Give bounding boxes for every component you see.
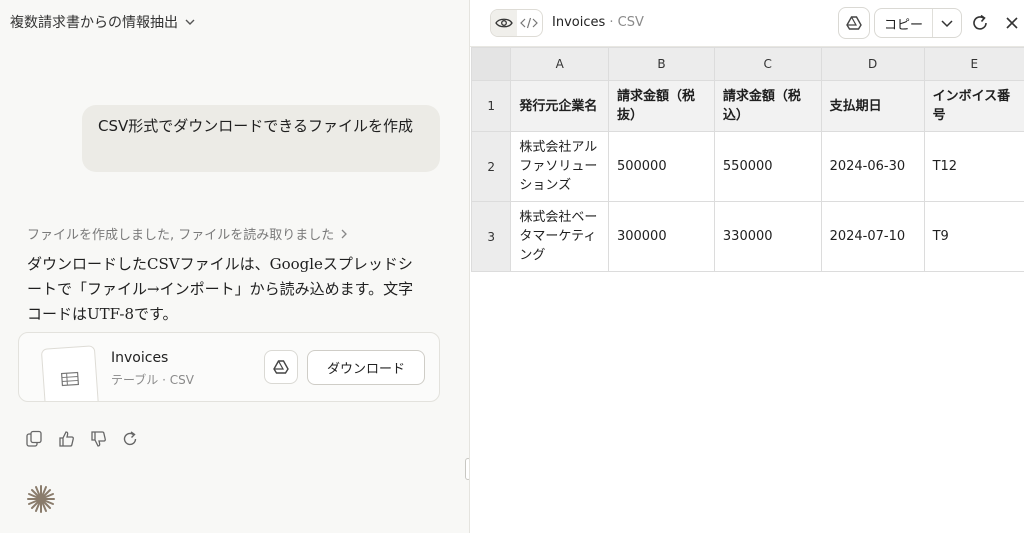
artifact-title-text: Invoices — [552, 15, 606, 30]
table-cell[interactable]: 請求金額（税抜） — [607, 80, 715, 132]
eye-icon — [494, 18, 513, 28]
copy-button[interactable]: コピー — [875, 9, 933, 37]
chevron-down-icon — [185, 19, 195, 25]
download-button[interactable]: ダウンロード — [307, 350, 425, 385]
assistant-logo-icon — [27, 485, 55, 513]
table-row: 2 株式会社アルファソリューションズ 500000 550000 2024-06… — [470, 131, 1024, 202]
code-icon — [520, 17, 539, 29]
file-name: Invoices — [111, 350, 169, 366]
column-header[interactable]: A — [510, 47, 609, 81]
table-cell[interactable]: 支払期日 — [820, 80, 925, 132]
conversation-title-text: 複数請求書からの情報抽出 — [10, 15, 178, 31]
table-cell[interactable]: 2024-06-30 — [820, 131, 925, 202]
chevron-right-icon — [341, 229, 348, 238]
save-to-drive-button[interactable] — [264, 350, 298, 384]
artifact-type: · CSV — [609, 15, 644, 30]
file-attachment-card[interactable]: Invoices テーブル · CSV ダウンロード — [18, 332, 440, 402]
retry-icon[interactable] — [121, 430, 139, 448]
user-message: CSV形式でダウンロードできるファイルを作成 — [82, 105, 440, 172]
thumbs-up-icon[interactable] — [57, 430, 75, 448]
table-cell[interactable]: 株式会社ベータマーケティング — [510, 201, 609, 272]
table-row: 1 発行元企業名 請求金額（税抜） 請求金額（税込） 支払期日 インボイス番号 — [470, 80, 1024, 132]
row-number[interactable]: 2 — [470, 131, 512, 202]
table-cell[interactable]: T12 — [923, 131, 1024, 202]
column-header-row: A B C D E — [470, 47, 1024, 81]
table-cell[interactable]: 550000 — [713, 131, 822, 202]
artifact-title: Invoices · CSV — [552, 15, 644, 30]
table-row: 3 株式会社ベータマーケティング 300000 330000 2024-07-1… — [470, 201, 1024, 272]
tool-status-text: ファイルを作成しました, ファイルを読み取りました — [27, 228, 335, 243]
table-cell[interactable]: 500000 — [607, 131, 715, 202]
assistant-message: ダウンロードしたCSVファイルは、Googleスプレッドシートで「ファイル→イン… — [27, 255, 414, 323]
view-toggle — [490, 9, 543, 37]
conversation-title[interactable]: 複数請求書からの情報抽出 — [10, 12, 196, 32]
chat-pane: 複数請求書からの情報抽出 CSV形式でダウンロードできるファイルを作成 ファイル… — [0, 0, 471, 533]
file-thumbnail — [40, 345, 100, 401]
table-cell[interactable]: 2024-07-10 — [820, 201, 925, 272]
table-cell[interactable]: インボイス番号 — [923, 80, 1024, 132]
tool-status[interactable]: ファイルを作成しました, ファイルを読み取りました — [27, 224, 348, 243]
table-cell[interactable]: 330000 — [713, 201, 822, 272]
close-icon[interactable] — [1002, 13, 1022, 33]
refresh-icon[interactable] — [970, 13, 990, 33]
column-header[interactable]: D — [820, 47, 925, 81]
table-cell[interactable]: 株式会社アルファソリューションズ — [510, 131, 609, 202]
preview-tab[interactable] — [491, 10, 517, 36]
file-type: テーブル · CSV — [111, 373, 194, 387]
csv-table: A B C D E 1 発行元企業名 請求金額（税抜） 請求金額（税込） 支払期… — [470, 47, 1024, 272]
corner-cell[interactable] — [470, 47, 512, 81]
column-header[interactable]: E — [923, 47, 1024, 81]
save-to-drive-button[interactable] — [838, 7, 870, 39]
table-cell[interactable]: T9 — [923, 201, 1024, 272]
table-icon — [60, 371, 80, 387]
message-actions — [25, 430, 139, 448]
code-tab[interactable] — [517, 10, 543, 36]
column-header[interactable]: B — [607, 47, 715, 81]
row-number[interactable]: 1 — [470, 80, 512, 132]
copy-options-dropdown[interactable] — [933, 9, 961, 37]
table-cell[interactable]: 発行元企業名 — [510, 80, 609, 132]
copy-button-group: コピー — [874, 8, 962, 38]
row-number[interactable]: 3 — [470, 201, 512, 272]
thumbs-down-icon[interactable] — [89, 430, 107, 448]
column-header[interactable]: C — [713, 47, 822, 81]
chevron-down-icon — [941, 20, 953, 28]
table-cell[interactable]: 請求金額（税込） — [713, 80, 822, 132]
copy-icon[interactable] — [25, 430, 43, 448]
artifact-toolbar: Invoices · CSV コピー — [470, 0, 1024, 47]
table-cell[interactable]: 300000 — [607, 201, 715, 272]
google-drive-icon — [846, 16, 862, 30]
google-drive-icon — [273, 360, 289, 374]
artifact-pane: Invoices · CSV コピー A B C D E 1 発行元企業名 請求… — [469, 0, 1024, 533]
